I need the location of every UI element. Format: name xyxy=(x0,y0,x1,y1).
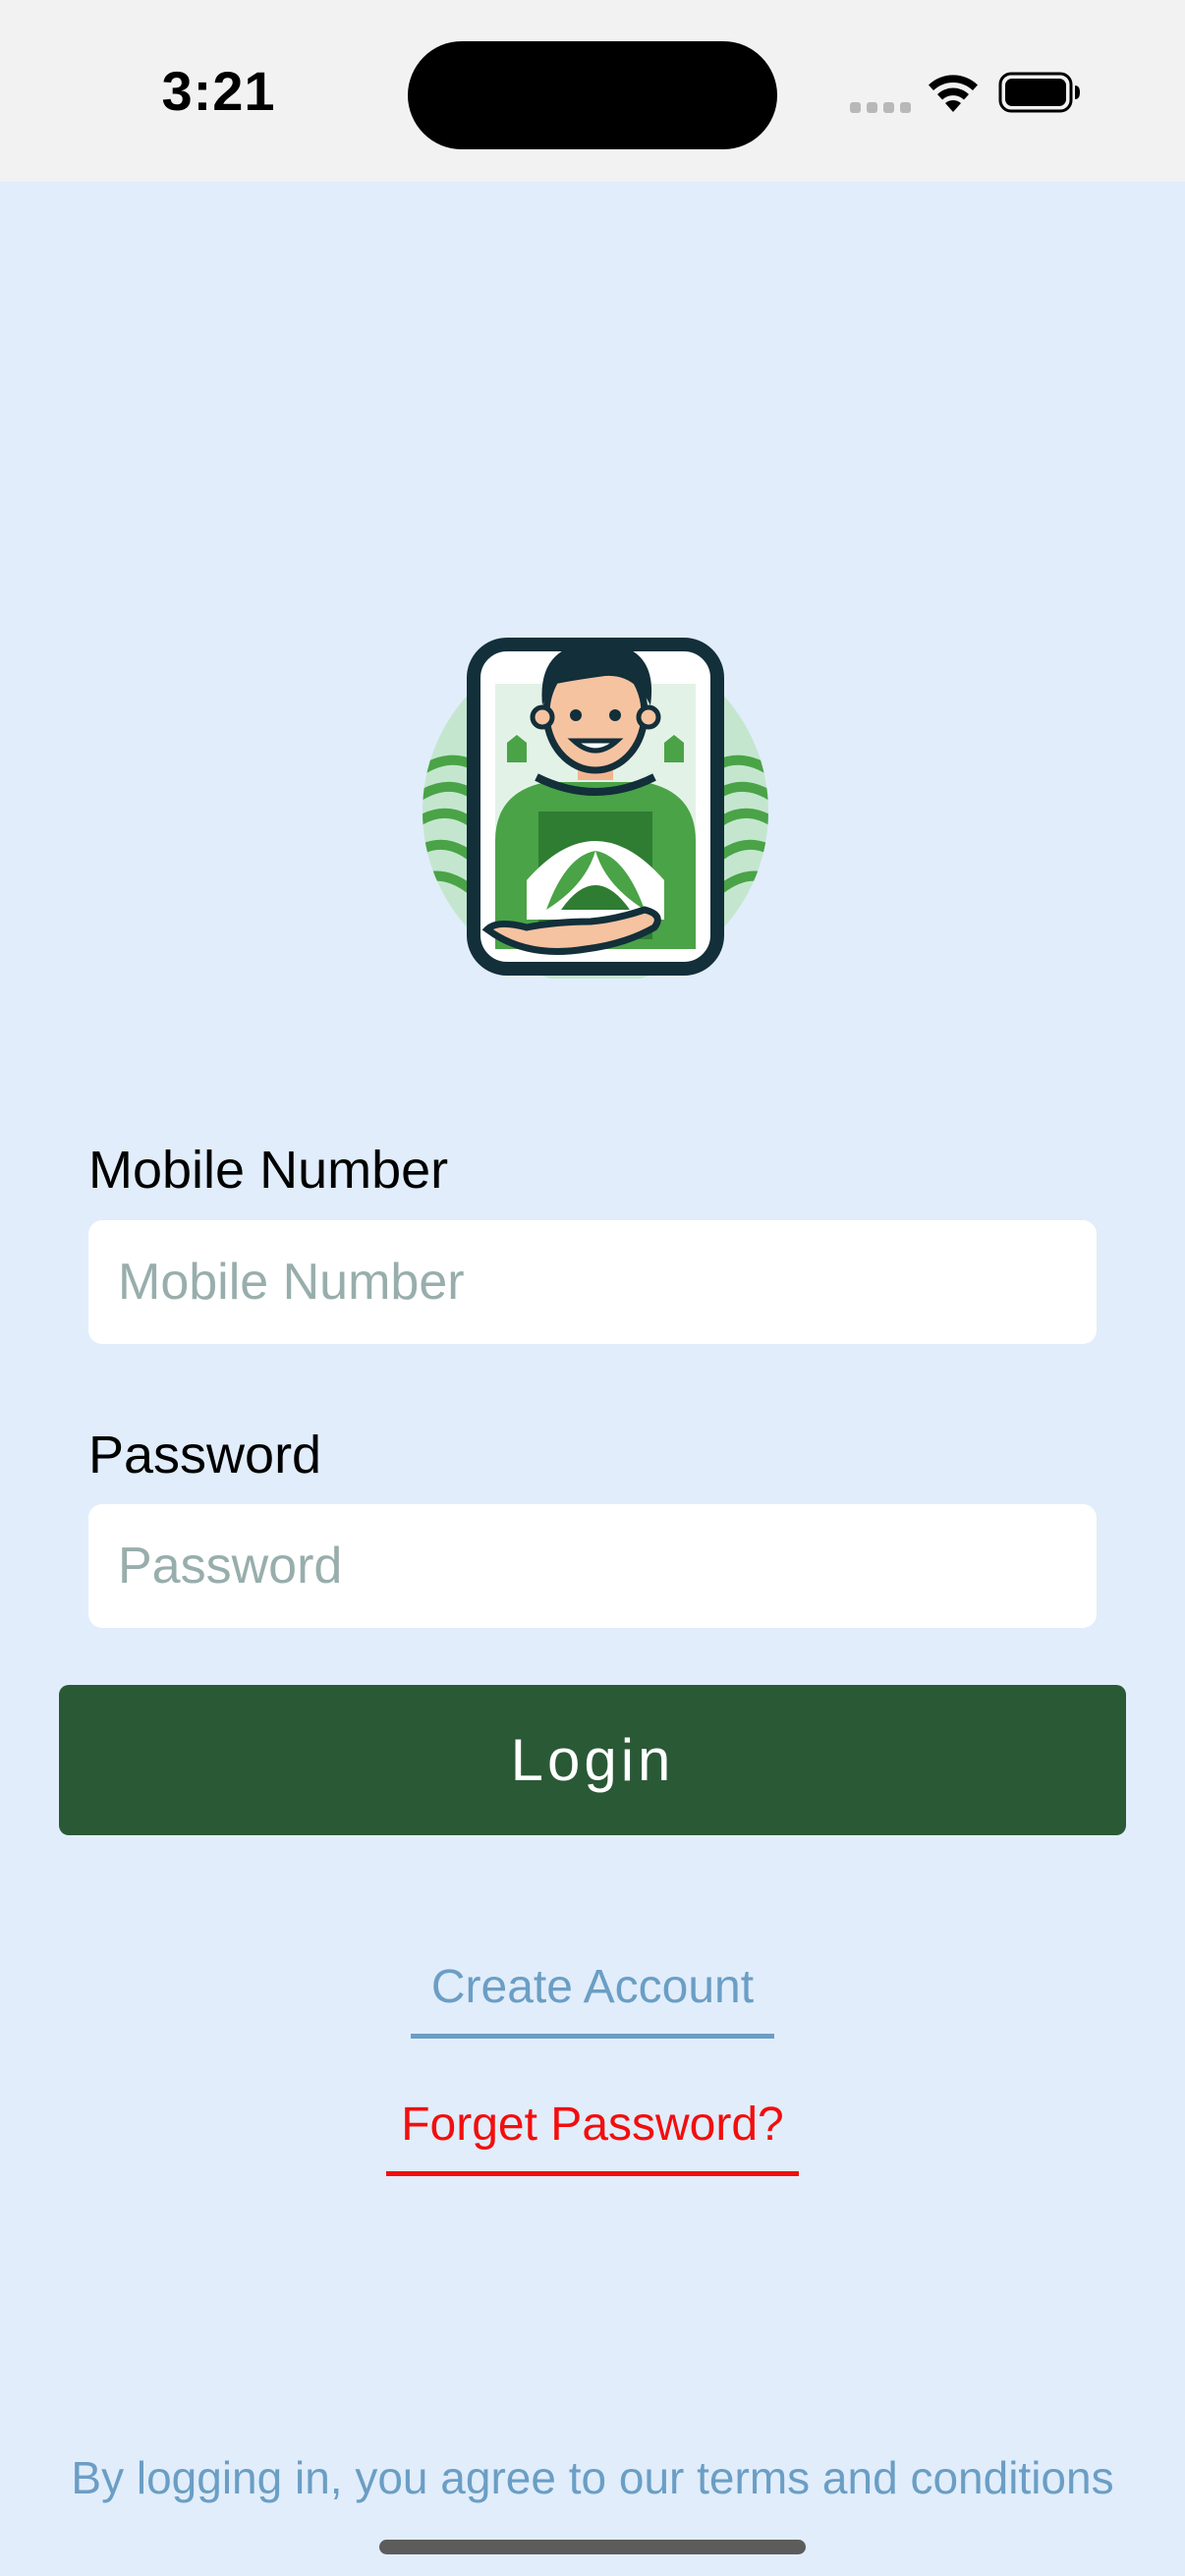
terms-text: By logging in, you agree to our terms an… xyxy=(71,2452,1114,2503)
status-time: 3:21 xyxy=(161,60,276,122)
mobile-number-label: Mobile Number xyxy=(88,1141,449,1200)
status-bar: 3:21 xyxy=(0,0,1185,182)
battery-icon xyxy=(998,72,1080,113)
home-indicator[interactable] xyxy=(379,2540,806,2554)
wifi-icon xyxy=(929,75,978,112)
farmer-logo-icon xyxy=(423,638,768,979)
mobile-number-input[interactable] xyxy=(88,1220,1097,1344)
cellular-signal-icon xyxy=(850,102,911,113)
forget-password-link[interactable]: Forget Password? xyxy=(386,2098,799,2176)
login-button[interactable]: Login xyxy=(59,1685,1126,1835)
password-label: Password xyxy=(88,1426,322,1484)
password-input[interactable] xyxy=(88,1504,1097,1628)
terms-notice: By logging in, you agree to our terms an… xyxy=(0,2451,1185,2504)
dynamic-island xyxy=(408,41,777,149)
create-account-link[interactable]: Create Account xyxy=(411,1960,774,2039)
